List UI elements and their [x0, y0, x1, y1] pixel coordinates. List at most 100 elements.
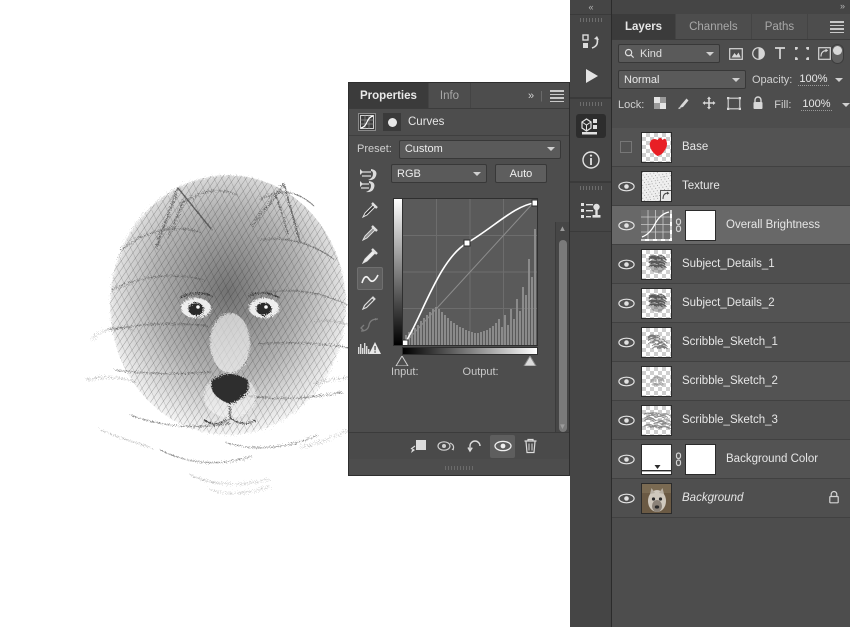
channel-select[interactable]: RGB	[391, 164, 487, 183]
pencil-draw-curve-icon[interactable]	[357, 290, 383, 313]
smooth-curve-icon[interactable]	[357, 313, 383, 336]
toggle-visibility-icon[interactable]	[490, 434, 515, 458]
layer-name[interactable]: Texture	[682, 180, 720, 192]
opacity-chevron-down-icon[interactable]	[834, 77, 843, 82]
layer-name[interactable]: Base	[682, 141, 708, 153]
lock-transparent-pixels-icon[interactable]	[654, 97, 667, 112]
curves-grid[interactable]	[402, 198, 538, 346]
layer-mask-toggle-icon[interactable]	[383, 113, 401, 131]
layer-name[interactable]: Overall Brightness	[726, 219, 820, 231]
opacity-value[interactable]: 100%	[798, 73, 829, 86]
layer-thumbnail[interactable]	[641, 326, 672, 358]
layer-row-scribble-sketch-3[interactable]: Scribble_Sketch_3	[612, 401, 850, 440]
lock-artboard-nesting-icon[interactable]	[727, 96, 742, 113]
curves-target-adjust-icon[interactable]	[357, 175, 383, 198]
filter-type-icon[interactable]	[774, 47, 786, 60]
layer-name[interactable]: Background	[682, 492, 743, 504]
tab-paths[interactable]: Paths	[751, 14, 809, 39]
layer-thumbnail[interactable]	[641, 404, 672, 436]
layer-thumbnail[interactable]	[641, 365, 672, 397]
clip-to-layer-icon[interactable]	[406, 435, 431, 458]
layer-thumbnail[interactable]	[641, 170, 672, 202]
layer-visibility-eye-icon[interactable]	[612, 376, 640, 387]
tab-properties[interactable]: Properties	[349, 83, 429, 108]
layer-row-subject-details-2[interactable]: Subject_Details_2	[612, 284, 850, 323]
delete-icon[interactable]	[518, 435, 543, 458]
fill-chevron-down-icon[interactable]	[841, 102, 850, 107]
tab-info[interactable]: Info	[429, 83, 472, 108]
view-previous-state-icon[interactable]	[434, 435, 459, 458]
layer-list[interactable]: Base Texture Overall Brightness Subject_Det…	[612, 128, 850, 627]
layer-row-texture[interactable]: Texture	[612, 167, 850, 206]
layer-name[interactable]: Subject_Details_1	[682, 258, 775, 270]
lock-all-icon[interactable]	[752, 96, 764, 113]
black-point-slider[interactable]	[395, 356, 409, 366]
filter-smart-object-icon[interactable]	[818, 47, 831, 60]
layer-visibility-eye-icon[interactable]	[612, 220, 640, 231]
filter-adjustment-icon[interactable]	[752, 47, 765, 60]
curve-point-tool-icon[interactable]	[357, 267, 383, 290]
auto-button[interactable]: Auto	[495, 164, 547, 183]
filter-enable-toggle[interactable]	[831, 43, 844, 64]
scroll-down-arrow-icon[interactable]: ▼	[556, 420, 569, 432]
histogram-warning-icon[interactable]	[357, 336, 383, 359]
blend-mode-select[interactable]: Normal	[618, 70, 746, 89]
play-icon[interactable]	[570, 59, 612, 93]
reset-icon[interactable]	[462, 435, 487, 458]
layer-visibility-eye-icon[interactable]	[612, 415, 640, 426]
3d-icon[interactable]	[570, 109, 612, 143]
info-icon[interactable]	[570, 143, 612, 177]
layer-name[interactable]: Subject_Details_2	[682, 297, 775, 309]
preset-select[interactable]: Custom	[398, 139, 561, 159]
layer-visibility-eye-icon[interactable]	[612, 337, 640, 348]
curves-graph[interactable]	[393, 198, 538, 366]
layer-row-background[interactable]: Background	[612, 479, 850, 518]
layer-visibility-eye-icon[interactable]	[612, 298, 640, 309]
tab-layers[interactable]: Layers	[612, 14, 677, 39]
layer-thumbnail[interactable]	[641, 482, 672, 514]
layer-visibility-eye-icon[interactable]	[612, 259, 640, 270]
layer-visibility-empty-icon[interactable]	[612, 141, 640, 153]
layer-visibility-eye-icon[interactable]	[612, 493, 640, 504]
layer-thumbnail[interactable]	[641, 287, 672, 319]
layer-thumbnail[interactable]	[641, 209, 672, 241]
properties-resize-grip[interactable]	[349, 460, 569, 475]
layer-visibility-eye-icon[interactable]	[612, 454, 640, 465]
layer-row-overall-brightness[interactable]: Overall Brightness	[612, 206, 850, 245]
lock-position-icon[interactable]	[702, 96, 716, 113]
mask-link-icon[interactable]	[672, 217, 685, 233]
curve-point-black[interactable]	[403, 339, 409, 345]
actions-icon[interactable]	[570, 25, 612, 59]
layer-mask-thumbnail[interactable]	[685, 443, 716, 475]
layer-row-scribble-sketch-2[interactable]: Scribble_Sketch_2	[612, 362, 850, 401]
layer-row-base[interactable]: Base	[612, 128, 850, 167]
mask-link-icon[interactable]	[672, 451, 685, 467]
scroll-up-arrow-icon[interactable]: ▲	[556, 222, 569, 234]
layer-thumbnail[interactable]	[641, 131, 672, 163]
white-point-slider[interactable]	[523, 356, 537, 366]
layer-name[interactable]: Scribble_Sketch_1	[682, 336, 778, 348]
layers-panel-menu-button[interactable]	[830, 14, 844, 40]
layer-name[interactable]: Scribble_Sketch_2	[682, 375, 778, 387]
eyedropper-gray-icon[interactable]	[357, 221, 383, 244]
lock-image-pixels-icon[interactable]	[677, 96, 691, 113]
properties-overflow-button[interactable]: »	[528, 90, 534, 102]
layer-thumbnail[interactable]	[641, 248, 672, 280]
curve-point-mid[interactable]	[463, 239, 471, 247]
tab-channels[interactable]: Channels	[676, 14, 752, 39]
layer-row-subject-details-1[interactable]: Subject_Details_1	[612, 245, 850, 284]
dock-grip[interactable]	[570, 15, 611, 25]
clone-source-icon[interactable]	[570, 193, 612, 227]
eyedropper-white-icon[interactable]	[357, 244, 383, 267]
dock-expand-button[interactable]: »	[840, 1, 845, 11]
properties-scrollbar[interactable]: ▲ ▼	[555, 222, 569, 432]
scrollbar-thumb[interactable]	[559, 240, 567, 432]
layer-thumbnail[interactable]	[641, 443, 672, 475]
layer-mask-thumbnail[interactable]	[685, 209, 716, 241]
filter-shape-icon[interactable]	[795, 47, 809, 60]
filter-kind-select[interactable]: Kind	[618, 44, 720, 63]
filter-pixel-icon[interactable]	[729, 47, 743, 60]
curve-point-white[interactable]	[531, 199, 537, 207]
layer-name[interactable]: Scribble_Sketch_3	[682, 414, 778, 426]
dock-collapse-button[interactable]: «	[570, 0, 611, 14]
